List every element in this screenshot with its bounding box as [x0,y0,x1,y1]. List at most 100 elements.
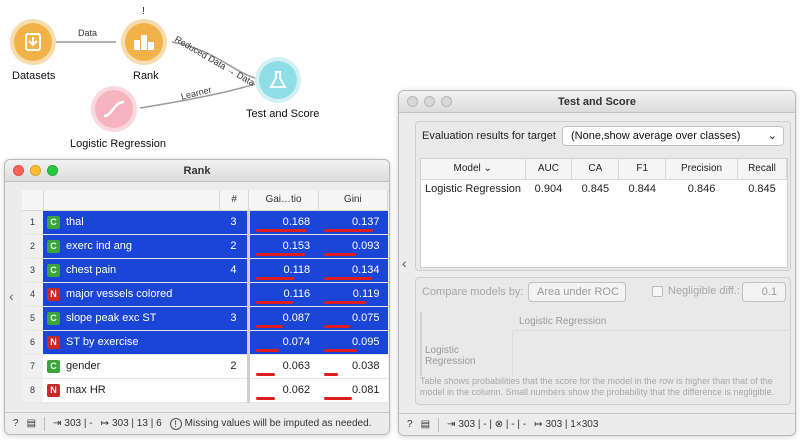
rank-titlebar[interactable]: Rank [5,160,389,182]
chevron-left-icon[interactable]: ‹ [9,288,14,304]
numeric-icon: N [47,335,60,349]
datasets-widget[interactable] [10,19,56,65]
negligible-value-input[interactable]: 0.1 [742,282,786,302]
precision-header[interactable]: Precision [665,159,738,180]
ca-cell: 0.845 [581,183,610,196]
zoom-button[interactable] [47,165,58,176]
gain-ratio-bar [256,276,295,280]
attribute-cell: Cgender [43,354,220,379]
table-row[interactable]: 7 Cgender 2 0.063 0.038 [22,354,388,379]
output-summary[interactable]: ↦ 303 | 13 | 6 [101,418,162,429]
attribute-cell: Cexerc ind ang [43,234,220,259]
test-statusbar: ? ▤ ⇥ 303 | - | ⊗ | - | - ↦ 303 | 1×303 [399,413,795,435]
model-header[interactable]: Model ⌄ [421,159,526,180]
gini-bar [324,252,357,256]
table-row[interactable]: 6 N ST by exercise 0.074 0.095 [22,330,388,355]
chevron-left-icon[interactable]: ‹ [402,255,407,271]
gini-bar [324,348,358,352]
auc-cell: 0.904 [534,183,563,196]
row-index: 7 [22,354,43,379]
target-class-select[interactable]: (None,show average over classes) ⌄ [562,126,784,146]
gain-ratio-bar [256,396,276,400]
table-row[interactable]: 1 Cthal 3 0.168 0.137 [22,210,388,235]
categorical-icon: C [47,263,60,277]
evaluation-results-table[interactable]: Model ⌄ AUC CA F1 Precision Recall Logis… [420,158,788,268]
table-row[interactable]: Logistic Regression 0.904 0.845 0.844 0.… [421,179,787,199]
input-summary[interactable]: ⇥ 303 | - [53,418,93,429]
gini-header[interactable]: Gini [318,190,389,211]
minimize-button[interactable] [424,96,435,107]
rank-window-title: Rank [183,164,211,177]
close-button[interactable] [407,96,418,107]
matrix-column-header: Logistic Regression [513,313,789,331]
close-button[interactable] [13,165,24,176]
output-summary[interactable]: ↦ 303 | 1×303 [534,419,598,430]
table-row[interactable]: 3 Cchest pain 4 0.118 0.134 [22,258,388,283]
test-titlebar[interactable]: Test and Score [399,91,795,113]
rank-label: Rank [133,70,159,82]
numeric-icon: N [47,383,60,397]
gini-cell: 0.134 [318,258,388,283]
attribute-cell: Nmax HR [43,378,220,403]
report-icon[interactable]: ▤ [421,419,430,430]
attribute-cell: Cchest pain [43,258,220,283]
gain-ratio-bar [256,252,306,256]
count-cell [219,282,249,307]
gini-bar [324,372,339,376]
evaluation-target-label: Evaluation results for target [422,130,556,142]
input-summary[interactable]: ⇥ 303 | - | ⊗ | - | - [447,419,526,430]
corner-header [22,190,44,211]
test-and-score-widget[interactable] [255,57,301,103]
attribute-cell: Cthal [43,210,220,235]
output-icon: ↦ [100,418,109,429]
f1-header[interactable]: F1 [618,159,667,180]
table-row[interactable]: 8 Nmax HR 0.062 0.081 [22,378,388,403]
minimize-button[interactable] [30,165,41,176]
rank-window: Rank ‹ # Gai…tio Gini 1 Cthal 3 0.168 0.137 2… [4,159,390,435]
count-cell: 2 [219,234,249,259]
table-row[interactable]: 5 Cslope peak exc ST 3 0.087 0.075 [22,306,388,331]
compare-metric-select[interactable]: Area under ROC [528,282,626,302]
categorical-icon: C [47,239,60,253]
datasets-label: Datasets [12,70,56,82]
gain-ratio-cell: 0.168 [247,210,319,235]
rank-table[interactable]: # Gai…tio Gini 1 Cthal 3 0.168 0.137 2 Cexerc … [22,190,389,403]
row-index: 4 [22,282,43,307]
attribute-header[interactable] [43,190,220,211]
test-and-score-window: Test and Score ‹ Evaluation results for … [398,90,796,436]
table-row[interactable]: 4 Nmajor vessels colored 0.116 0.119 [22,282,388,307]
row-index: 1 [22,210,43,235]
attribute-name: exerc ind ang [66,239,133,252]
count-header[interactable]: # [219,190,250,211]
attribute-cell: Cslope peak exc ST [43,306,220,331]
rank-widget[interactable] [121,19,167,65]
attribute-name: chest pain [66,263,117,276]
gain-ratio-bar [256,228,308,232]
row-index: 6 [22,330,43,355]
recall-header[interactable]: Recall [737,159,788,180]
comparison-matrix[interactable]: Logistic Regression Logistic Regression [420,312,789,377]
help-icon[interactable]: ? [13,418,19,429]
logistic-regression-label: Logistic Regression [70,138,166,150]
zoom-button[interactable] [441,96,452,107]
negligible-checkbox[interactable] [652,286,663,297]
logistic-regression-widget[interactable] [91,86,137,132]
categorical-icon: C [47,215,60,229]
download-icon [25,33,41,51]
test-and-score-label: Test and Score [246,108,320,120]
gini-cell: 0.038 [318,354,388,379]
help-icon[interactable]: ? [407,419,413,430]
auc-header[interactable]: AUC [525,159,573,180]
info-icon: ! [169,417,182,430]
attribute-name: max HR [66,383,106,396]
numeric-icon: N [47,287,60,301]
row-index: 8 [22,378,43,403]
ca-header[interactable]: CA [571,159,620,180]
gain-ratio-header[interactable]: Gai…tio [248,190,319,211]
gain-ratio-cell: 0.153 [247,234,319,259]
row-index: 2 [22,234,43,259]
table-row[interactable]: 2 Cexerc ind ang 2 0.153 0.093 [22,234,388,259]
report-icon[interactable]: ▤ [27,418,36,429]
precision-cell: 0.846 [687,183,716,196]
gini-bar [324,324,351,328]
